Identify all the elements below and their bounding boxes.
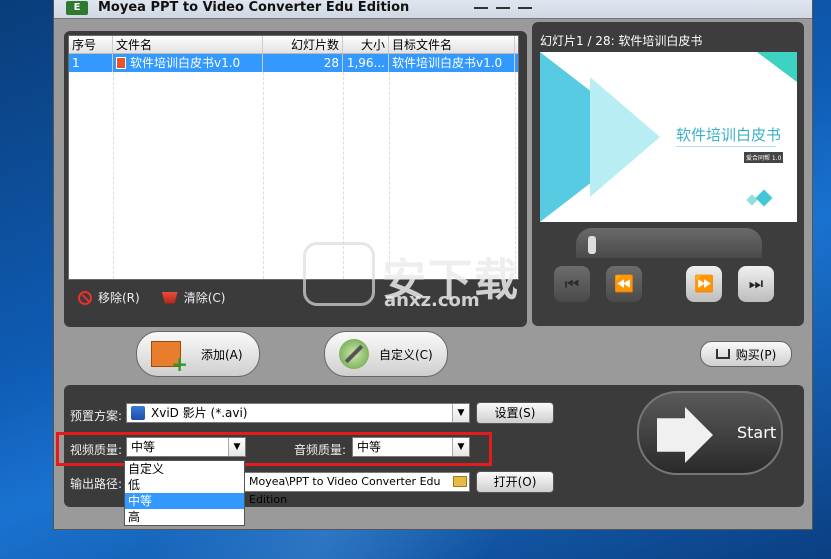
remove-label: 移除(R) bbox=[98, 291, 140, 305]
app-title: Moyea PPT to Video Converter Edu Edition bbox=[98, 0, 410, 15]
watermark-logo bbox=[303, 242, 375, 306]
next-slide-button[interactable]: ⏩ bbox=[686, 266, 722, 302]
list-header: 序号 文件名 幻灯片数 大小 目标文件名 bbox=[69, 36, 518, 54]
slide-shape bbox=[590, 77, 660, 197]
app-logo: E bbox=[66, 1, 88, 15]
highlight-box bbox=[56, 432, 492, 466]
seek-knob[interactable] bbox=[588, 236, 596, 254]
add-label: 添加(A) bbox=[201, 347, 243, 362]
clear-icon bbox=[161, 291, 178, 304]
cart-icon bbox=[715, 349, 730, 359]
first-slide-button[interactable]: ⏮ bbox=[554, 266, 590, 302]
output-label: 输出路径: bbox=[70, 477, 123, 491]
preset-label: 预置方案: bbox=[70, 409, 123, 423]
preview-title: 幻灯片1 / 28: 软件培训白皮书 bbox=[540, 34, 703, 48]
table-row[interactable]: 1 软件培训白皮书v1.0 28 1,96... 软件培训白皮书v1.0 bbox=[69, 54, 518, 72]
list-actions: 移除(R) 清除(C) bbox=[78, 289, 225, 306]
row-name: 软件培训白皮书v1.0 bbox=[130, 56, 241, 70]
slide-divider bbox=[676, 146, 776, 147]
remove-button[interactable]: 移除(R) bbox=[78, 289, 140, 306]
chevron-down-icon: ▼ bbox=[452, 404, 469, 422]
column-divider bbox=[263, 72, 264, 279]
menu-item[interactable] bbox=[496, 0, 510, 9]
add-button[interactable]: 添加(A) bbox=[136, 331, 260, 377]
slide-title: 软件培训白皮书 bbox=[676, 126, 782, 144]
video-file-icon bbox=[131, 406, 145, 420]
preview-panel: 幻灯片1 / 28: 软件培训白皮书 软件培训白皮书 爱合同帮 1.0 ⏮ ⏪ … bbox=[532, 22, 804, 326]
col-target-header[interactable]: 目标文件名 bbox=[389, 36, 515, 53]
title-bar: E Moyea PPT to Video Converter Edu Editi… bbox=[54, 0, 812, 19]
output-path: Moyea\PPT to Video Converter Edu Edition bbox=[249, 475, 441, 506]
slide-shape bbox=[757, 52, 797, 82]
col-slides-header[interactable]: 幻灯片数 bbox=[263, 36, 343, 53]
column-divider bbox=[113, 72, 114, 279]
clear-button[interactable]: 清除(C) bbox=[161, 289, 226, 306]
preset-select[interactable]: XviD 影片 (*.avi) ▼ bbox=[126, 403, 470, 423]
col-name-header[interactable]: 文件名 bbox=[113, 36, 263, 53]
custom-label: 自定义(C) bbox=[379, 347, 433, 362]
custom-button[interactable]: 自定义(C) bbox=[324, 331, 448, 377]
preset-value: XviD 影片 (*.avi) bbox=[151, 406, 248, 420]
seek-bar[interactable] bbox=[576, 228, 762, 258]
clear-label: 清除(C) bbox=[183, 291, 226, 305]
slide-subtitle: 爱合同帮 1.0 bbox=[744, 152, 784, 163]
last-slide-button[interactable]: ⏭ bbox=[738, 266, 774, 302]
row-size: 1,96... bbox=[343, 54, 389, 72]
slide-shape bbox=[755, 189, 773, 207]
row-index: 1 bbox=[69, 54, 113, 72]
row-name-cell: 软件培训白皮书v1.0 bbox=[113, 54, 263, 72]
start-button[interactable]: Start bbox=[637, 391, 783, 475]
menu-item[interactable] bbox=[518, 0, 532, 9]
dropdown-option[interactable]: 自定义 bbox=[125, 461, 244, 477]
start-arrow-icon bbox=[657, 407, 713, 463]
dropdown-option[interactable]: 低 bbox=[125, 477, 244, 493]
row-slides: 28 bbox=[263, 54, 343, 72]
open-button[interactable]: 打开(O) bbox=[476, 471, 554, 493]
col-size-header[interactable]: 大小 bbox=[343, 36, 389, 53]
buy-label: 购买(P) bbox=[735, 347, 777, 362]
buy-button[interactable]: 购买(P) bbox=[700, 341, 792, 367]
setup-button[interactable]: 设置(S) bbox=[476, 402, 554, 424]
folder-icon[interactable] bbox=[453, 476, 467, 487]
watermark-url: anxz.com bbox=[384, 290, 480, 311]
tools-icon bbox=[339, 339, 369, 369]
row-target: 软件培训白皮书v1.0 bbox=[389, 54, 515, 72]
add-file-icon bbox=[151, 341, 188, 376]
dropdown-option[interactable]: 高 bbox=[125, 509, 244, 525]
prev-slide-button[interactable]: ⏪ bbox=[606, 266, 642, 302]
slide-preview: 软件培训白皮书 爱合同帮 1.0 bbox=[540, 52, 797, 222]
menu-bar bbox=[474, 0, 532, 9]
remove-icon bbox=[78, 290, 92, 305]
col-index-header[interactable]: 序号 bbox=[69, 36, 113, 53]
ppt-file-icon bbox=[116, 57, 126, 69]
output-path-field[interactable]: Moyea\PPT to Video Converter Edu Edition bbox=[244, 472, 470, 506]
dropdown-option-selected[interactable]: 中等 bbox=[125, 493, 244, 509]
video-quality-dropdown[interactable]: 自定义 低 中等 高 bbox=[124, 460, 245, 526]
menu-item[interactable] bbox=[474, 0, 488, 9]
start-label: Start bbox=[737, 423, 777, 442]
